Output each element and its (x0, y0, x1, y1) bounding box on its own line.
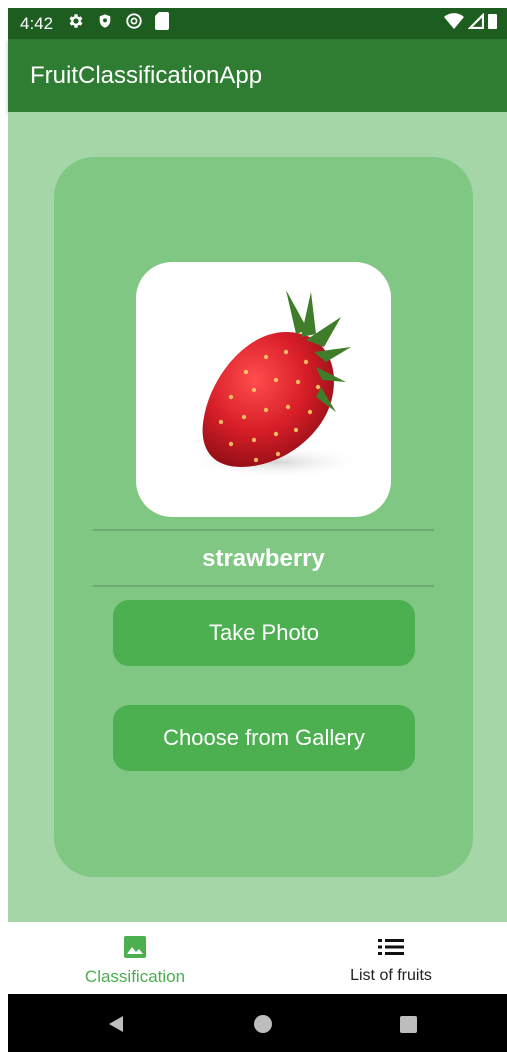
fruit-photo (136, 262, 391, 517)
classification-card: strawberry Take Photo Choose from Galler… (54, 157, 473, 877)
status-bar: 4:42 (8, 8, 507, 39)
divider-bottom (93, 585, 434, 587)
strawberry-illustration (186, 290, 366, 478)
back-icon[interactable] (106, 1014, 126, 1039)
tab-classification[interactable]: Classification (10, 922, 260, 994)
home-icon[interactable] (254, 1015, 272, 1038)
list-icon (378, 935, 404, 959)
choose-gallery-button[interactable]: Choose from Gallery (113, 705, 415, 771)
tab-list-of-fruits-label: List of fruits (350, 967, 432, 984)
wifi-icon (444, 13, 464, 34)
sd-card-icon (155, 12, 170, 35)
app-title: FruitClassificationApp (30, 61, 263, 89)
tab-list-of-fruits[interactable]: List of fruits (266, 922, 507, 994)
recents-icon[interactable] (400, 1016, 417, 1038)
app-bar: FruitClassificationApp (8, 39, 507, 112)
shield-icon (97, 12, 113, 35)
classification-result: strawberry (202, 545, 325, 572)
data-saver-icon (125, 12, 143, 35)
tab-classification-label: Classification (84, 967, 186, 986)
divider-top (93, 529, 434, 531)
status-right-icons (444, 12, 497, 34)
take-photo-button[interactable]: Take Photo (113, 600, 415, 666)
status-icons (67, 12, 170, 35)
frame-left (0, 0, 8, 994)
battery-icon (488, 13, 497, 34)
status-time: 4:42 (20, 13, 54, 33)
system-nav-bar (8, 994, 507, 1052)
image-icon (123, 935, 147, 959)
signal-icon (467, 12, 485, 34)
bottom-nav: Classification List of fruits (8, 922, 507, 994)
main-content: strawberry Take Photo Choose from Galler… (8, 112, 507, 922)
gear-icon (67, 12, 85, 35)
